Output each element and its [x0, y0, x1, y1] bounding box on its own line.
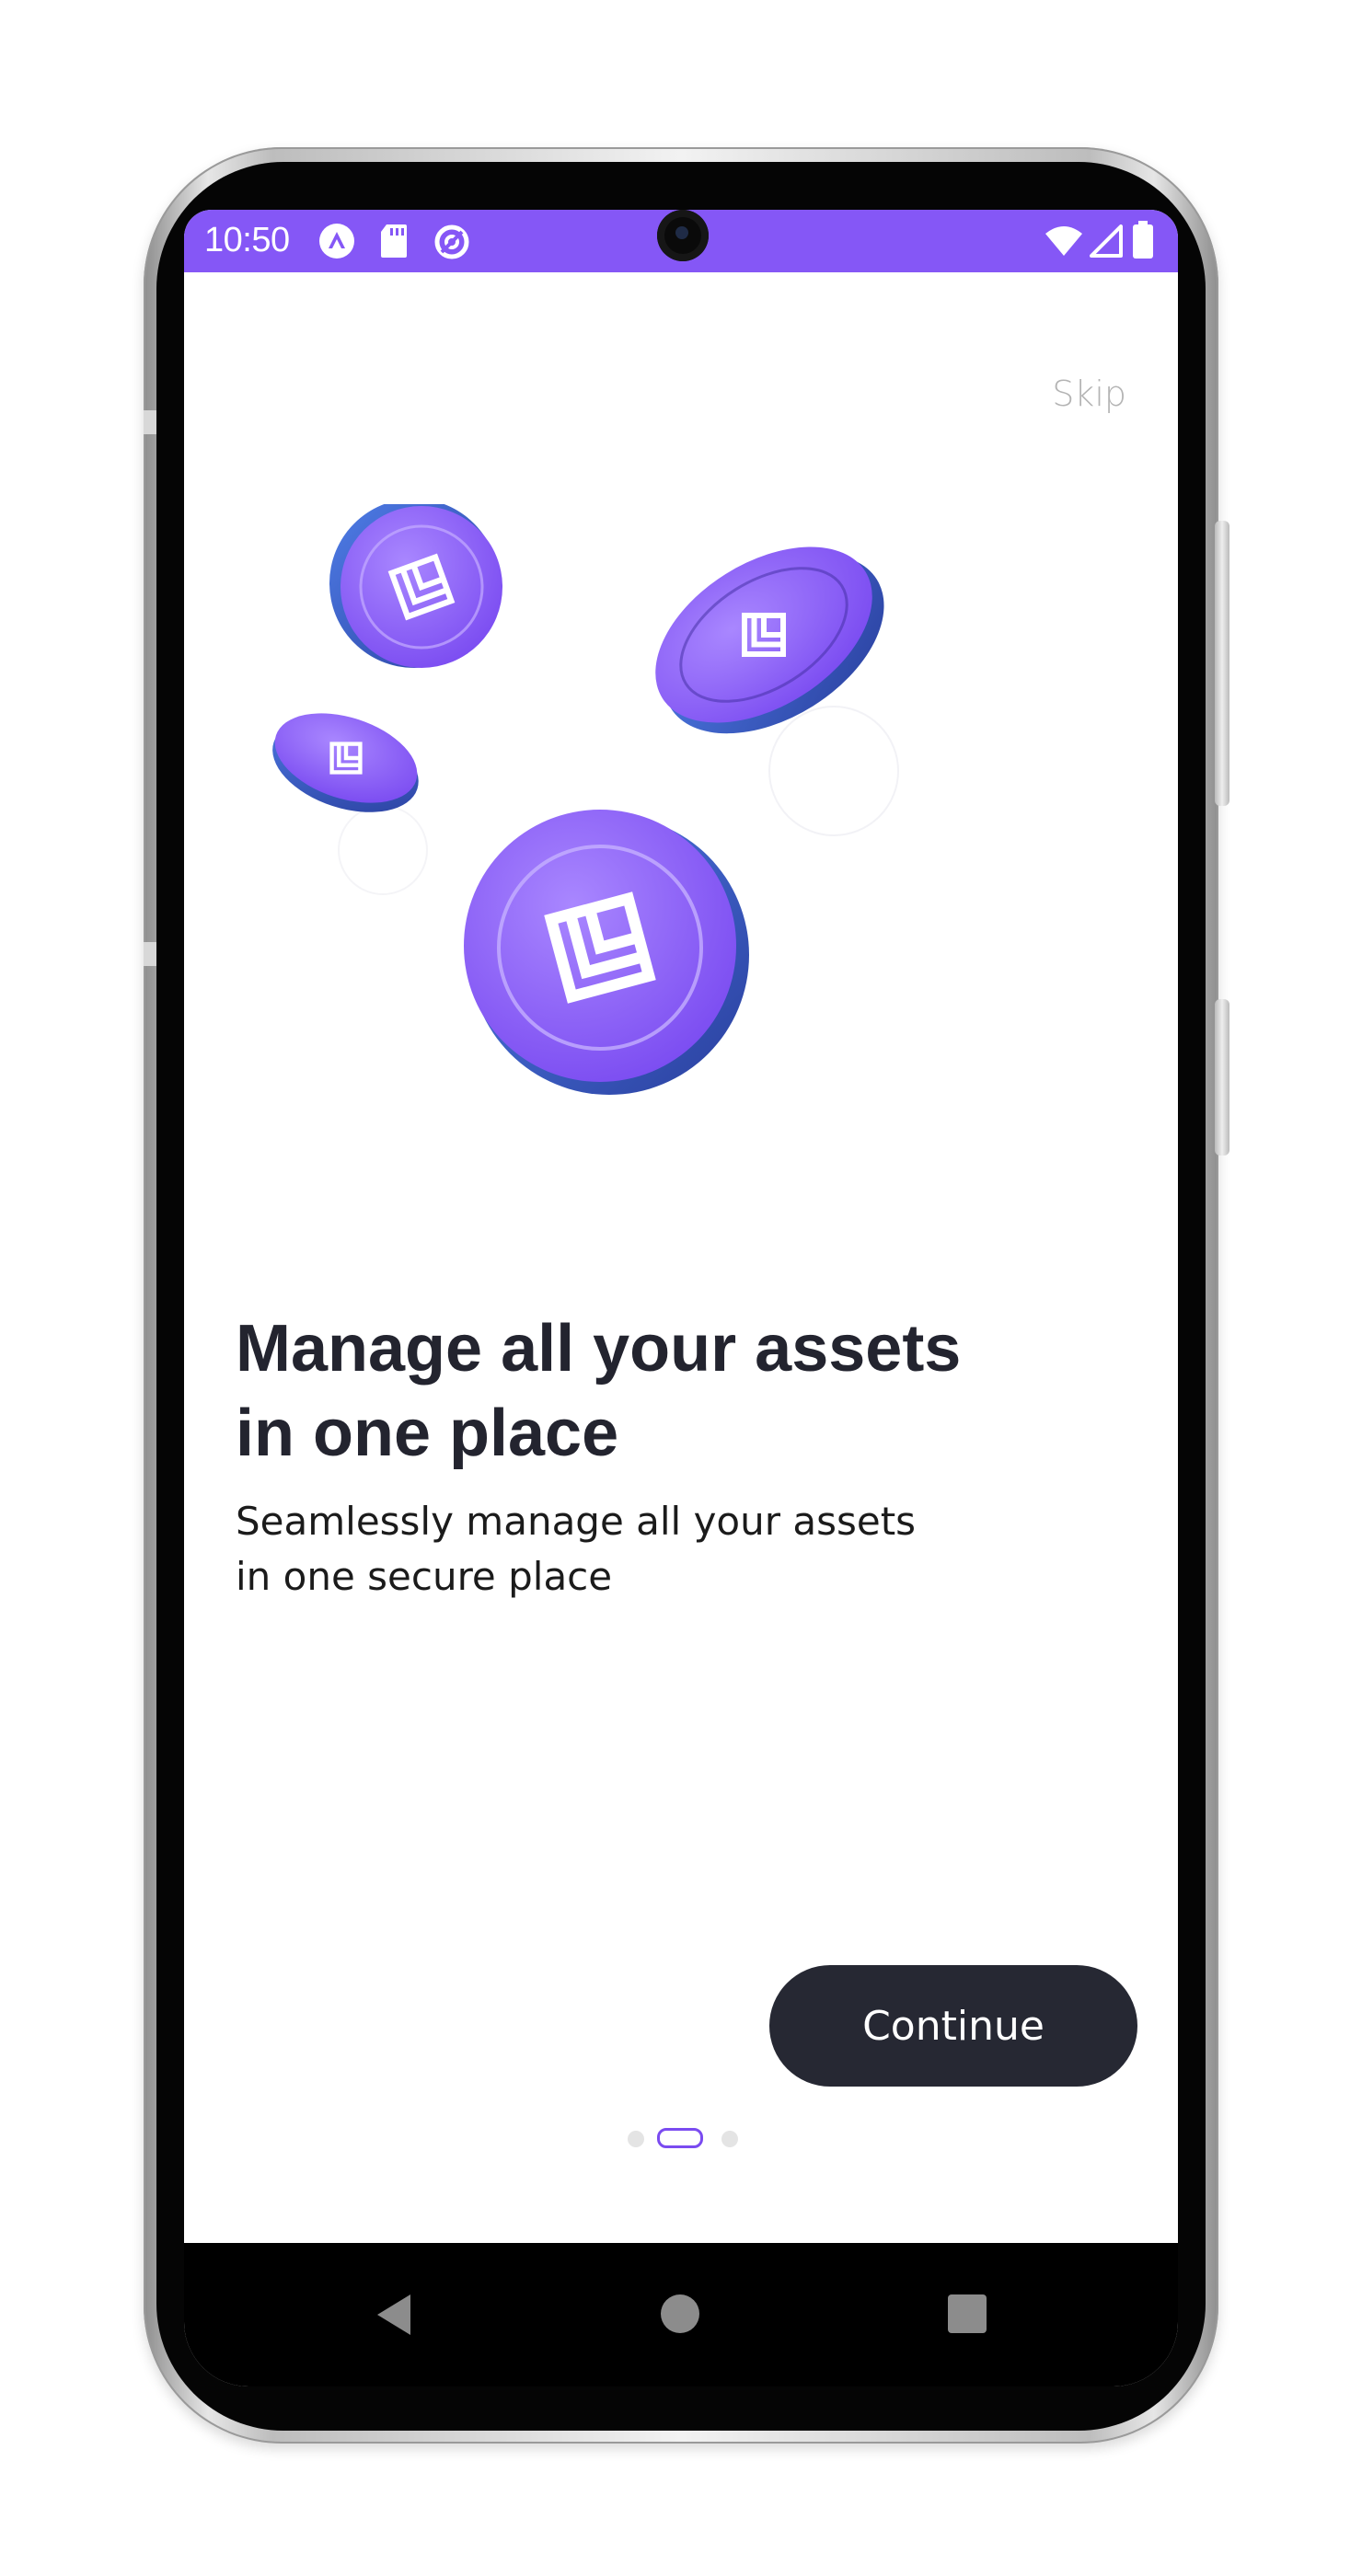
status-bar: 10:50: [184, 210, 1178, 272]
expo-icon: [318, 223, 355, 264]
front-camera: [657, 210, 709, 261]
recent-apps-icon[interactable]: [948, 2294, 987, 2333]
headline-line: Manage all your assets: [236, 1312, 962, 1386]
subtitle-line: Seamlessly manage all your assets: [236, 1499, 917, 1544]
frame-antenna-mark: [144, 410, 156, 434]
power-button: [1215, 521, 1229, 806]
device-stage: 10:50 Skip Manage all your assets in one…: [0, 0, 1362, 2576]
app-screen: 10:50 Skip Manage all your assets in one…: [184, 210, 1178, 2386]
onboarding-subtitle: Seamlessly manage all your assets in one…: [236, 1494, 1064, 1604]
battery-icon: [1132, 221, 1154, 264]
page-dot-active[interactable]: [657, 2128, 703, 2148]
headline-line: in one place: [236, 1397, 619, 1470]
subtitle-line: in one secure place: [236, 1554, 613, 1599]
coin-flat-small: [272, 713, 419, 812]
coin-center-large: [464, 810, 749, 1095]
onboarding-headline: Manage all your assets in one place: [236, 1306, 1119, 1476]
skip-button[interactable]: Skip: [1052, 374, 1126, 414]
coin-small-round: [329, 499, 502, 668]
coin-tilted-large: [655, 546, 884, 734]
continue-button[interactable]: Continue: [769, 1965, 1137, 2087]
coins-illustration: [184, 499, 1178, 1387]
system-navigation-bar: [184, 2243, 1178, 2386]
wifi-icon: [1044, 224, 1084, 262]
frame-antenna-mark: [144, 942, 156, 966]
sd-card-icon: [379, 223, 409, 264]
back-icon[interactable]: [374, 2293, 414, 2341]
page-indicator: [184, 2127, 1178, 2149]
volume-button: [1215, 999, 1229, 1156]
status-time: 10:50: [204, 221, 290, 259]
page-dot[interactable]: [721, 2131, 738, 2147]
home-icon[interactable]: [661, 2294, 699, 2333]
decor-circle: [338, 805, 428, 895]
data-saver-icon: [433, 223, 471, 266]
page-dot[interactable]: [628, 2131, 644, 2147]
decor-circle: [768, 706, 899, 836]
cellular-signal-icon: [1090, 224, 1123, 262]
